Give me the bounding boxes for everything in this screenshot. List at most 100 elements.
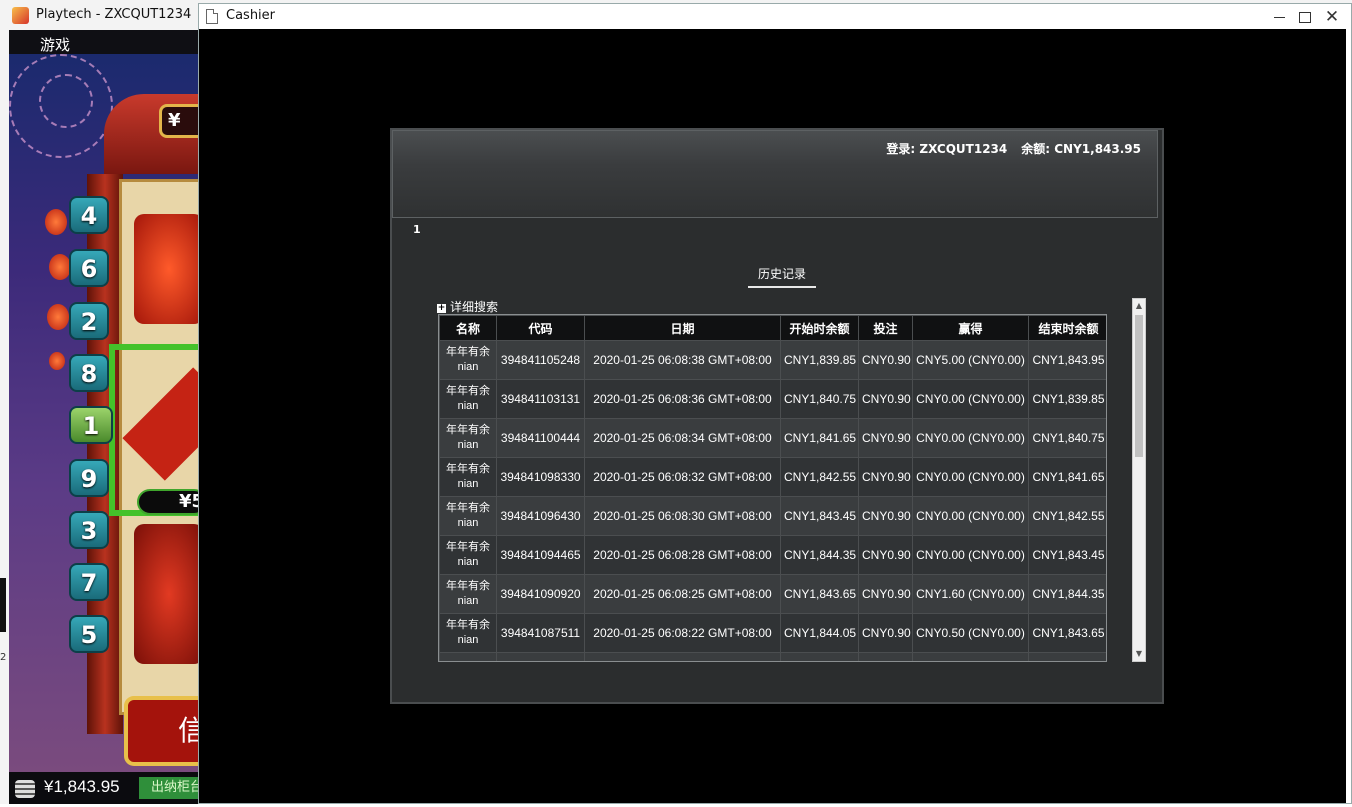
game-balance: ¥1,843.95 bbox=[44, 777, 120, 796]
code-cell: 394841105248 bbox=[496, 340, 585, 380]
end-balance-cell: CNY1,843.65 bbox=[1028, 613, 1106, 653]
column-header-date[interactable]: 日期 bbox=[584, 315, 781, 341]
left-edge-dark-block bbox=[0, 578, 6, 632]
date-cell: 2020-01-25 06:08:30 GMT+08:00 bbox=[584, 496, 781, 536]
payline-9-button[interactable]: 9 bbox=[69, 459, 109, 497]
game-name-cell: 年年有余 nian bbox=[439, 535, 497, 575]
account-info: 登录: ZXCQUT1234 余额: CNY1,843.95 bbox=[872, 140, 1141, 157]
firework-graphic bbox=[39, 74, 93, 128]
cashier-button[interactable]: 出纳柜台 bbox=[139, 777, 201, 799]
end-balance-cell: CNY1,844.35 bbox=[1028, 574, 1106, 614]
cashier-titlebar[interactable]: Cashier ✕ bbox=[199, 4, 1351, 29]
column-header-end-balance[interactable]: 结束时余额 bbox=[1028, 315, 1106, 341]
win-cell: CNY5.00 (CNY0.00) bbox=[912, 340, 1029, 380]
game-name-en: nian bbox=[457, 556, 479, 568]
column-header-win[interactable]: 赢得 bbox=[912, 315, 1029, 341]
table-row[interactable]: 年年有余 nian 394841087511 2020-01-25 06:08:22 … bbox=[439, 613, 1106, 653]
scroll-down-arrow-icon[interactable]: ▼ bbox=[1133, 647, 1145, 661]
advanced-search-label: 详细搜索 bbox=[450, 300, 499, 314]
date-cell bbox=[584, 652, 781, 661]
advanced-search-toggle[interactable]: + 详细搜索 bbox=[437, 298, 498, 315]
end-balance-cell: CNY1,841.65 bbox=[1028, 457, 1106, 497]
end-balance-cell: CNY1,840.75 bbox=[1028, 418, 1106, 458]
table-row[interactable]: 年年有余 nian 394841094465 2020-01-25 06:08:28 … bbox=[439, 535, 1106, 575]
payline-5-button[interactable]: 5 bbox=[69, 615, 109, 653]
games-menu[interactable]: 游戏 bbox=[40, 34, 70, 55]
cashier-panel: 登录: ZXCQUT1234 余额: CNY1,843.95 1 历史记录 + 详细… bbox=[390, 128, 1164, 704]
column-header-code[interactable]: 代码 bbox=[496, 315, 585, 341]
game-name-cn: 年年有余 bbox=[446, 424, 490, 436]
game-name-en: nian bbox=[457, 439, 479, 451]
bet-cell: CNY0.90 bbox=[858, 535, 913, 575]
win-cell bbox=[912, 652, 1029, 661]
code-cell: 394841100444 bbox=[496, 418, 585, 458]
game-name-en: nian bbox=[457, 634, 479, 646]
column-header-start-balance[interactable]: 开始时余额 bbox=[780, 315, 859, 341]
roof-prize-badge: ¥ bbox=[159, 104, 199, 138]
tab-history[interactable]: 历史记录 bbox=[748, 264, 816, 288]
bet-cell: CNY0.90 bbox=[858, 613, 913, 653]
table-row[interactable]: 年年有余 nian 394841100444 2020-01-25 06:08:34 … bbox=[439, 418, 1106, 458]
game-name-en: nian bbox=[457, 361, 479, 373]
bet-cell bbox=[858, 652, 913, 661]
game-name-cell: 年年有余 bbox=[439, 652, 497, 661]
lantern-icon bbox=[49, 352, 65, 370]
end-balance-cell: CNY1,843.95 bbox=[1028, 340, 1106, 380]
table-row[interactable]: 年年有余 nian 394841105248 2020-01-25 06:08:38 … bbox=[439, 340, 1106, 380]
game-name-cn: 年年有余 bbox=[446, 346, 490, 358]
playtech-app-icon bbox=[12, 7, 29, 24]
balance-label: 余额: CNY1,843.95 bbox=[1021, 142, 1141, 156]
maximize-button[interactable] bbox=[1292, 6, 1318, 28]
column-header-bet[interactable]: 投注 bbox=[858, 315, 913, 341]
game-name-en: nian bbox=[457, 595, 479, 607]
win-cell: CNY0.50 (CNY0.00) bbox=[912, 613, 1029, 653]
win-cell: CNY0.00 (CNY0.00) bbox=[912, 418, 1029, 458]
table-row[interactable]: 年年有余 nian 394841096430 2020-01-25 06:08:30 … bbox=[439, 496, 1106, 536]
expand-plus-icon: + bbox=[437, 303, 446, 313]
game-window-title: Playtech - ZXCQUT1234 - Ni bbox=[36, 7, 196, 22]
cashier-window-title: Cashier bbox=[226, 8, 276, 23]
payline-1-button[interactable]: 1 bbox=[69, 406, 113, 444]
payline-2-button[interactable]: 2 bbox=[69, 302, 109, 340]
payline-4-button[interactable]: 4 bbox=[69, 196, 109, 234]
win-cell: CNY0.00 (CNY0.00) bbox=[912, 379, 1029, 419]
game-name-cn: 年年有余 bbox=[446, 619, 490, 631]
start-balance-cell: CNY1,844.35 bbox=[780, 535, 859, 575]
slot-game-scene[interactable]: ¥ ¥5 4 6 2 8 1 9 3 7 5 信 bbox=[9, 54, 199, 772]
payline-3-button[interactable]: 3 bbox=[69, 511, 109, 549]
game-menu-bar: 游戏 bbox=[9, 30, 199, 54]
table-row[interactable]: 年年有余 bbox=[439, 652, 1106, 661]
start-balance-cell: CNY1,843.65 bbox=[780, 574, 859, 614]
bet-cell: CNY0.90 bbox=[858, 340, 913, 380]
right-gutter bbox=[1346, 29, 1351, 803]
coins-icon bbox=[15, 780, 35, 798]
payline-7-button[interactable]: 7 bbox=[69, 563, 109, 601]
column-header-name[interactable]: 名称 bbox=[439, 315, 497, 341]
lantern-icon bbox=[47, 304, 69, 330]
history-table: 名称 代码 日期 开始时余额 投注 赢得 结束时余额 年年有余 nian 39484… bbox=[439, 315, 1106, 661]
code-cell: 394841094465 bbox=[496, 535, 585, 575]
payline-8-button[interactable]: 8 bbox=[69, 354, 109, 392]
win-cell: CNY0.00 (CNY0.00) bbox=[912, 457, 1029, 497]
info-button[interactable]: 信 bbox=[124, 696, 199, 766]
document-icon bbox=[206, 9, 218, 24]
game-name-en: nian bbox=[457, 478, 479, 490]
date-cell: 2020-01-25 06:08:22 GMT+08:00 bbox=[584, 613, 781, 653]
payline-6-button[interactable]: 6 bbox=[69, 249, 109, 287]
game-name-cell: 年年有余 nian bbox=[439, 418, 497, 458]
cashier-window: Cashier ✕ 登录: ZXCQUT1234 余额: CNY1,843.95 … bbox=[198, 3, 1352, 804]
table-scrollbar[interactable]: ▲ ▼ bbox=[1132, 298, 1146, 662]
table-row[interactable]: 年年有余 nian 394841090920 2020-01-25 06:08:25 … bbox=[439, 574, 1106, 614]
code-cell: 394841087511 bbox=[496, 613, 585, 653]
table-row[interactable]: 年年有余 nian 394841098330 2020-01-25 06:08:32 … bbox=[439, 457, 1106, 497]
table-row[interactable]: 年年有余 nian 394841103131 2020-01-25 06:08:36 … bbox=[439, 379, 1106, 419]
end-balance-cell: CNY1,842.55 bbox=[1028, 496, 1106, 536]
minimize-button[interactable] bbox=[1266, 6, 1292, 28]
page-number: 1 bbox=[413, 223, 421, 236]
game-bottom-bar: ¥1,843.95 出纳柜台 bbox=[9, 772, 201, 807]
end-balance-cell: CNY1,843.45 bbox=[1028, 535, 1106, 575]
left-edge-strip: 2 bbox=[0, 30, 9, 807]
close-button[interactable]: ✕ bbox=[1319, 6, 1345, 28]
scroll-up-arrow-icon[interactable]: ▲ bbox=[1133, 299, 1145, 313]
scrollbar-thumb[interactable] bbox=[1135, 315, 1143, 457]
